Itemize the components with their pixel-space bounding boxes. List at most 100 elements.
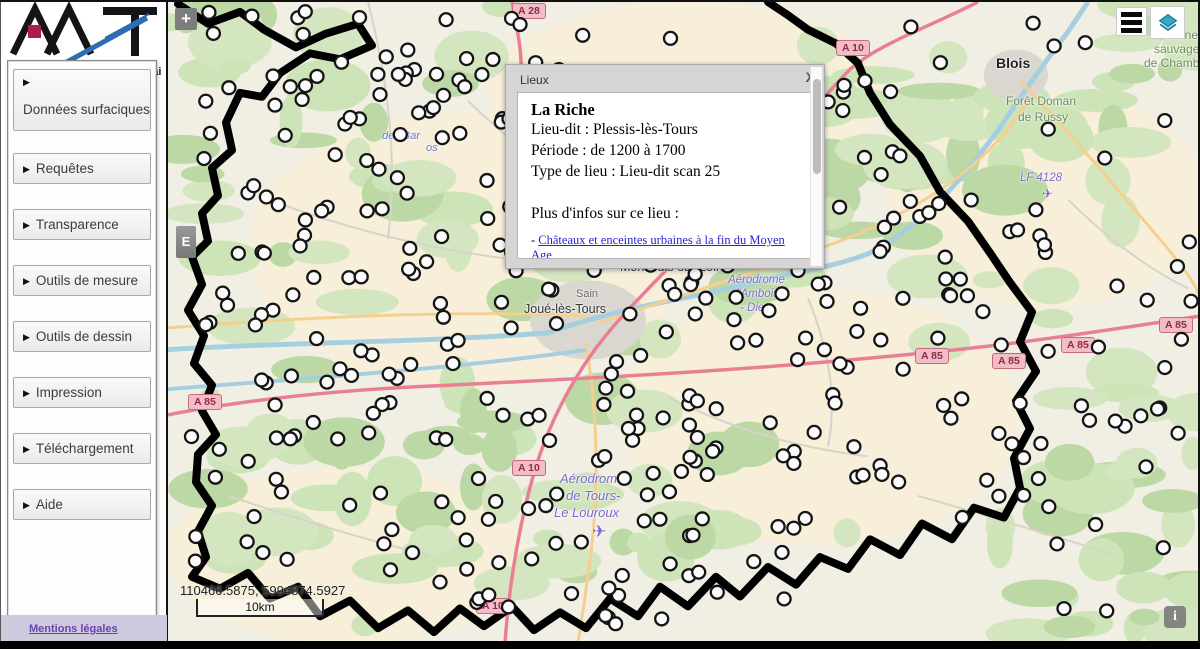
place-marker[interactable] [453,127,466,140]
place-marker[interactable] [342,271,355,284]
place-marker[interactable] [502,601,515,614]
place-marker[interactable] [279,129,292,142]
place-marker[interactable] [1042,500,1055,513]
place-marker[interactable] [331,433,344,446]
place-marker[interactable] [335,56,348,69]
place-marker[interactable] [310,332,323,345]
place-marker[interactable] [641,488,654,501]
place-marker[interactable] [634,349,647,362]
chateaux-moyen-age-link[interactable]: Châteaux et enceintes urbaines à la fin … [531,233,785,259]
place-marker[interactable] [710,402,723,415]
place-marker[interactable] [458,80,471,93]
place-marker[interactable] [1032,472,1045,485]
place-marker[interactable] [392,68,405,81]
place-marker[interactable] [525,553,538,566]
place-marker[interactable] [406,546,419,559]
place-marker[interactable] [284,80,297,93]
place-marker[interactable] [598,450,611,463]
place-marker[interactable] [630,409,643,422]
place-marker[interactable] [689,268,702,281]
place-marker[interactable] [269,398,282,411]
place-marker[interactable] [653,513,666,526]
place-marker[interactable] [198,152,211,165]
place-marker[interactable] [1141,294,1154,307]
place-marker[interactable] [260,191,273,204]
place-marker[interactable] [402,263,415,276]
place-marker[interactable] [812,278,825,291]
popup-scrollbar[interactable] [810,67,822,266]
place-marker[interactable] [904,20,917,33]
place-marker[interactable] [435,230,448,243]
place-marker[interactable] [1157,541,1170,554]
place-marker[interactable] [440,13,453,26]
place-marker[interactable] [1098,152,1111,165]
place-marker[interactable] [550,488,563,501]
place-marker[interactable] [818,343,831,356]
place-marker[interactable] [294,240,307,253]
place-marker[interactable] [377,537,390,550]
place-marker[interactable] [242,455,255,468]
place-marker[interactable] [618,472,631,485]
place-marker[interactable] [272,198,285,211]
place-marker[interactable] [311,70,324,83]
place-marker[interactable] [874,334,887,347]
place-marker[interactable] [638,515,651,528]
place-marker[interactable] [403,242,416,255]
place-marker[interactable] [216,287,229,300]
place-marker[interactable] [799,512,812,525]
place-marker[interactable] [209,471,222,484]
place-marker[interactable] [434,297,447,310]
place-marker[interactable] [307,416,320,429]
place-marker[interactable] [258,247,271,260]
place-marker[interactable] [481,212,494,225]
place-marker[interactable] [267,69,280,82]
place-marker[interactable] [1027,17,1040,30]
place-marker[interactable] [965,194,978,207]
place-marker[interactable] [542,283,555,296]
place-marker[interactable] [522,502,535,515]
place-marker[interactable] [391,171,404,184]
place-marker[interactable] [689,307,702,320]
place-marker[interactable] [207,27,220,40]
place-marker[interactable] [481,392,494,405]
place-marker[interactable] [992,490,1005,503]
place-marker[interactable] [939,251,952,264]
place-marker[interactable] [1134,409,1147,422]
place-marker[interactable] [550,317,563,330]
place-marker[interactable] [892,476,905,489]
attribution-info-button[interactable]: i [1164,606,1186,628]
place-marker[interactable] [221,299,234,312]
place-marker[interactable] [749,334,762,347]
place-marker[interactable] [623,308,636,321]
place-marker[interactable] [897,363,910,376]
place-marker[interactable] [730,291,743,304]
place-marker[interactable] [436,131,449,144]
place-marker[interactable] [691,395,704,408]
place-marker[interactable] [460,534,473,547]
place-marker[interactable] [1038,238,1051,251]
place-marker[interactable] [543,434,556,447]
place-marker[interactable] [202,6,215,19]
place-marker[interactable] [904,195,917,208]
place-marker[interactable] [232,247,245,260]
place-marker[interactable] [791,353,804,366]
place-marker[interactable] [728,313,741,326]
place-marker[interactable] [1014,397,1027,410]
place-marker[interactable] [362,427,375,440]
place-marker[interactable] [776,546,789,559]
place-marker[interactable] [374,487,387,500]
place-marker[interactable] [955,392,968,405]
place-marker[interactable] [664,32,677,45]
place-marker[interactable] [1006,437,1019,450]
sidebar-item-outils-de-mesure[interactable]: ▶Outils de mesure [13,265,151,296]
place-marker[interactable] [597,398,610,411]
place-marker[interactable] [482,513,495,526]
place-marker[interactable] [1100,604,1113,617]
place-marker[interactable] [1158,114,1171,127]
place-marker[interactable] [699,292,712,305]
place-marker[interactable] [954,273,967,286]
place-marker[interactable] [621,385,634,398]
place-marker[interactable] [850,325,863,338]
place-marker[interactable] [514,18,527,31]
place-marker[interactable] [420,255,433,268]
